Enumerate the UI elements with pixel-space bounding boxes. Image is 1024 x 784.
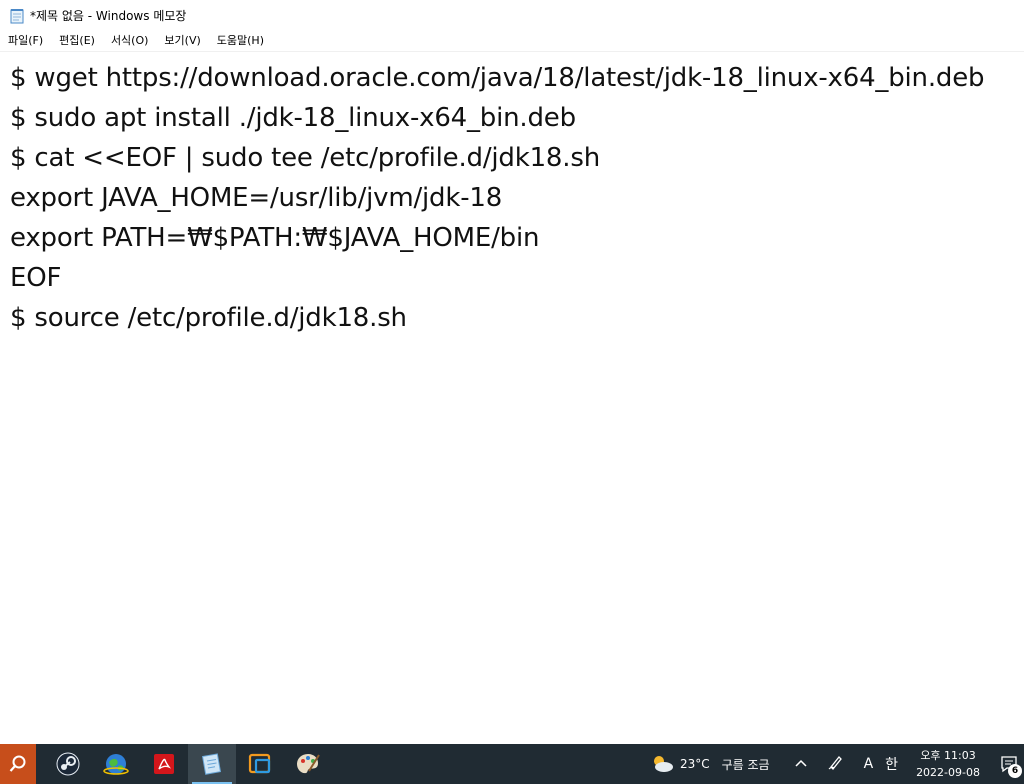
notification-button[interactable]: 6 (994, 744, 1024, 784)
palette-icon (297, 754, 320, 774)
clock-date: 2022-09-08 (916, 766, 980, 779)
clock[interactable]: 오후 11:03 2022-09-08 (916, 747, 980, 781)
menu-format[interactable]: 서식(O) (103, 31, 156, 51)
taskbar-paint[interactable] (284, 744, 332, 784)
notification-badge: 6 (1008, 764, 1022, 778)
notepad-icon (9, 8, 25, 24)
system-tray: 23°C 구름 조금 A 한 오후 11:03 2022-09-08 6 (650, 744, 1024, 784)
pen-icon[interactable] (828, 754, 844, 774)
weather-widget[interactable]: 23°C 구름 조금 (650, 754, 770, 774)
text-editor[interactable]: $ wget https://download.oracle.com/java/… (0, 52, 1024, 744)
ime-mode[interactable]: A (864, 756, 874, 772)
window-icon (248, 753, 271, 774)
notepad-icon (201, 753, 222, 775)
taskbar-network[interactable] (92, 744, 140, 784)
globe-icon (103, 754, 129, 775)
pdf-icon (154, 754, 174, 774)
tray-overflow-chevron-icon[interactable] (794, 756, 808, 772)
partly-cloudy-icon (653, 756, 673, 772)
taskbar-acrobat[interactable] (140, 744, 188, 784)
menu-view[interactable]: 보기(V) (156, 31, 208, 51)
title-bar: *제목 없음 - Windows 메모장 (0, 0, 1024, 31)
ime-lang[interactable]: 한 (885, 754, 898, 774)
steam-icon (56, 752, 80, 776)
menu-help[interactable]: 도움말(H) (209, 31, 272, 51)
weather-desc: 구름 조금 (721, 757, 770, 772)
taskbar-window[interactable] (236, 744, 284, 784)
editor-content[interactable]: $ wget https://download.oracle.com/java/… (10, 58, 985, 338)
weather-temp: 23°C (679, 757, 710, 771)
taskbar-steam[interactable] (44, 744, 92, 784)
search-icon (9, 755, 26, 772)
window-title: *제목 없음 - Windows 메모장 (30, 9, 187, 23)
search-button[interactable] (0, 744, 36, 784)
taskbar: 23°C 구름 조금 A 한 오후 11:03 2022-09-08 6 (0, 744, 1024, 784)
taskbar-notepad[interactable] (188, 744, 236, 784)
menu-edit[interactable]: 편집(E) (51, 31, 103, 51)
menu-file[interactable]: 파일(F) (0, 31, 51, 51)
menu-bar: 파일(F) 편집(E) 서식(O) 보기(V) 도움말(H) (0, 31, 1024, 52)
clock-time: 오후 11:03 (920, 749, 976, 762)
